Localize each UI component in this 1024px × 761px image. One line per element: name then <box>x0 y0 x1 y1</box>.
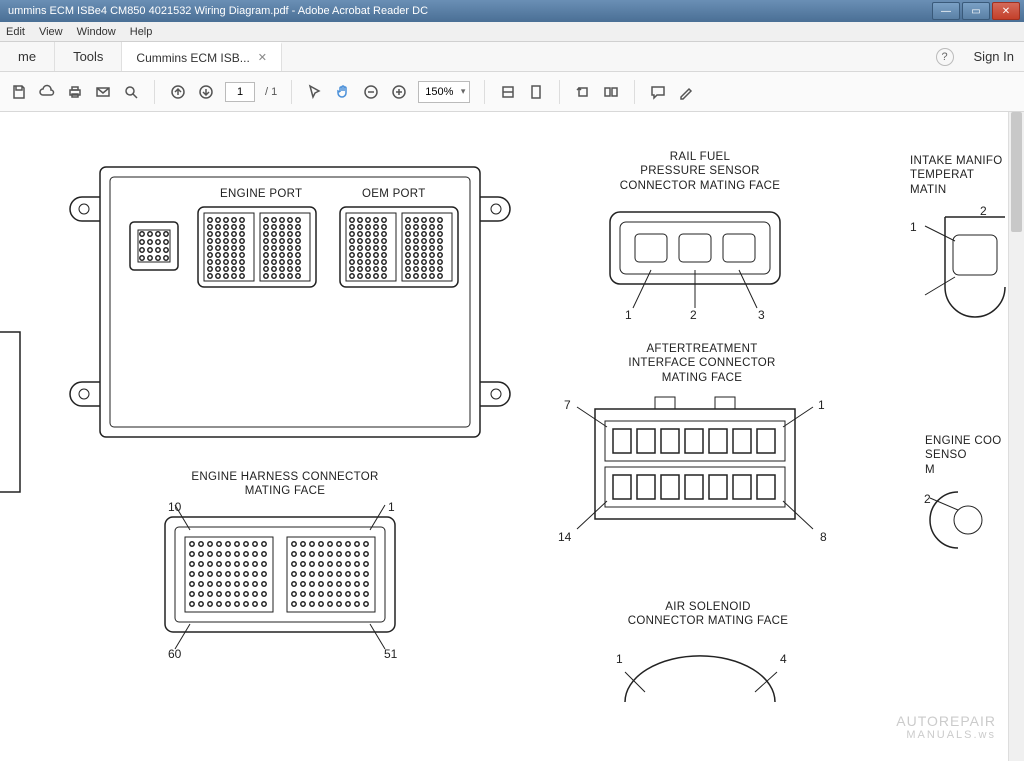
tab-bar: me Tools Cummins ECM ISB... ✕ ? Sign In <box>0 42 1024 72</box>
maximize-button[interactable]: ▭ <box>962 2 990 20</box>
window-title: ummins ECM ISBe4 CM850 4021532 Wiring Di… <box>4 5 932 17</box>
label-engine-harness: ENGINE HARNESS CONNECTOR MATING FACE <box>185 470 385 499</box>
search-icon[interactable] <box>122 83 140 101</box>
hand-icon[interactable] <box>334 83 352 101</box>
fit-width-icon[interactable] <box>499 83 517 101</box>
page-total: / 1 <box>265 86 277 98</box>
pin-s1: 1 <box>616 652 623 666</box>
page-number-input[interactable] <box>225 82 255 102</box>
scrollbar-thumb[interactable] <box>1011 112 1022 232</box>
label-rail-fuel: RAIL FUEL PRESSURE SENSOR CONNECTOR MATI… <box>600 150 800 193</box>
pin-a7: 7 <box>564 398 571 412</box>
zoom-out-icon[interactable] <box>362 83 380 101</box>
tab-document[interactable]: Cummins ECM ISB... ✕ <box>122 42 282 71</box>
pin-s4: 4 <box>780 652 787 666</box>
window-titlebar: ummins ECM ISBe4 CM850 4021532 Wiring Di… <box>0 0 1024 22</box>
view-mode-icon[interactable] <box>602 83 620 101</box>
pin-a1: 1 <box>818 398 825 412</box>
menu-bar: Edit View Window Help <box>0 22 1024 42</box>
rotate-icon[interactable] <box>574 83 592 101</box>
label-air-solenoid: AIR SOLENOID CONNECTOR MATING FACE <box>618 600 798 629</box>
sign-icon[interactable] <box>677 83 695 101</box>
menu-view[interactable]: View <box>39 26 63 38</box>
menu-edit[interactable]: Edit <box>6 26 25 38</box>
label-oem-port: OEM PORT <box>362 187 426 201</box>
vertical-scrollbar[interactable] <box>1008 112 1024 761</box>
document-viewport[interactable]: ENGINE PORT OEM PORT ENGINE HARNESS CONN… <box>0 112 1024 761</box>
save-icon[interactable] <box>10 83 28 101</box>
pin-r1: 1 <box>625 308 632 322</box>
help-icon[interactable]: ? <box>936 48 954 66</box>
pin-h51: 51 <box>384 647 397 661</box>
menu-help[interactable]: Help <box>130 26 153 38</box>
comment-icon[interactable] <box>649 83 667 101</box>
sign-in-button[interactable]: Sign In <box>964 42 1024 71</box>
tab-tools[interactable]: Tools <box>55 42 122 71</box>
pin-a14: 14 <box>558 530 571 544</box>
zoom-in-icon[interactable] <box>390 83 408 101</box>
cloud-icon[interactable] <box>38 83 56 101</box>
tab-home[interactable]: me <box>0 42 55 71</box>
close-button[interactable]: ✕ <box>992 2 1020 20</box>
menu-window[interactable]: Window <box>77 26 116 38</box>
label-intake-manifold: INTAKE MANIFO TEMPERAT MATIN <box>910 154 1020 197</box>
page-up-icon[interactable] <box>169 83 187 101</box>
pin-h1: 1 <box>388 500 395 514</box>
wiring-diagram: ENGINE PORT OEM PORT ENGINE HARNESS CONN… <box>0 112 1024 761</box>
label-engine-cool: ENGINE COO SENSO M <box>925 434 1015 477</box>
pin-im1: 1 <box>910 220 917 234</box>
pin-h60: 60 <box>168 647 181 661</box>
email-icon[interactable] <box>94 83 112 101</box>
label-engine-port: ENGINE PORT <box>220 187 302 201</box>
fit-page-icon[interactable] <box>527 83 545 101</box>
tab-close-icon[interactable]: ✕ <box>258 51 267 64</box>
arrow-cursor-icon[interactable] <box>306 83 324 101</box>
zoom-select[interactable]: 150% <box>418 81 470 103</box>
minimize-button[interactable]: — <box>932 2 960 20</box>
pin-h10: 10 <box>168 500 181 514</box>
tab-document-label: Cummins ECM ISB... <box>136 51 249 65</box>
toolbar: / 1 150% <box>0 72 1024 112</box>
page-down-icon[interactable] <box>197 83 215 101</box>
pin-r2: 2 <box>690 308 697 322</box>
pin-im2: 2 <box>980 204 987 218</box>
print-icon[interactable] <box>66 83 84 101</box>
pin-a8: 8 <box>820 530 827 544</box>
pin-ec2: 2 <box>924 492 931 506</box>
label-aftertreatment: AFTERTREATMENT INTERFACE CONNECTOR MATIN… <box>612 342 792 385</box>
watermark: AUTOREPAIR MANUALS.ws <box>896 714 996 741</box>
pin-r3: 3 <box>758 308 765 322</box>
